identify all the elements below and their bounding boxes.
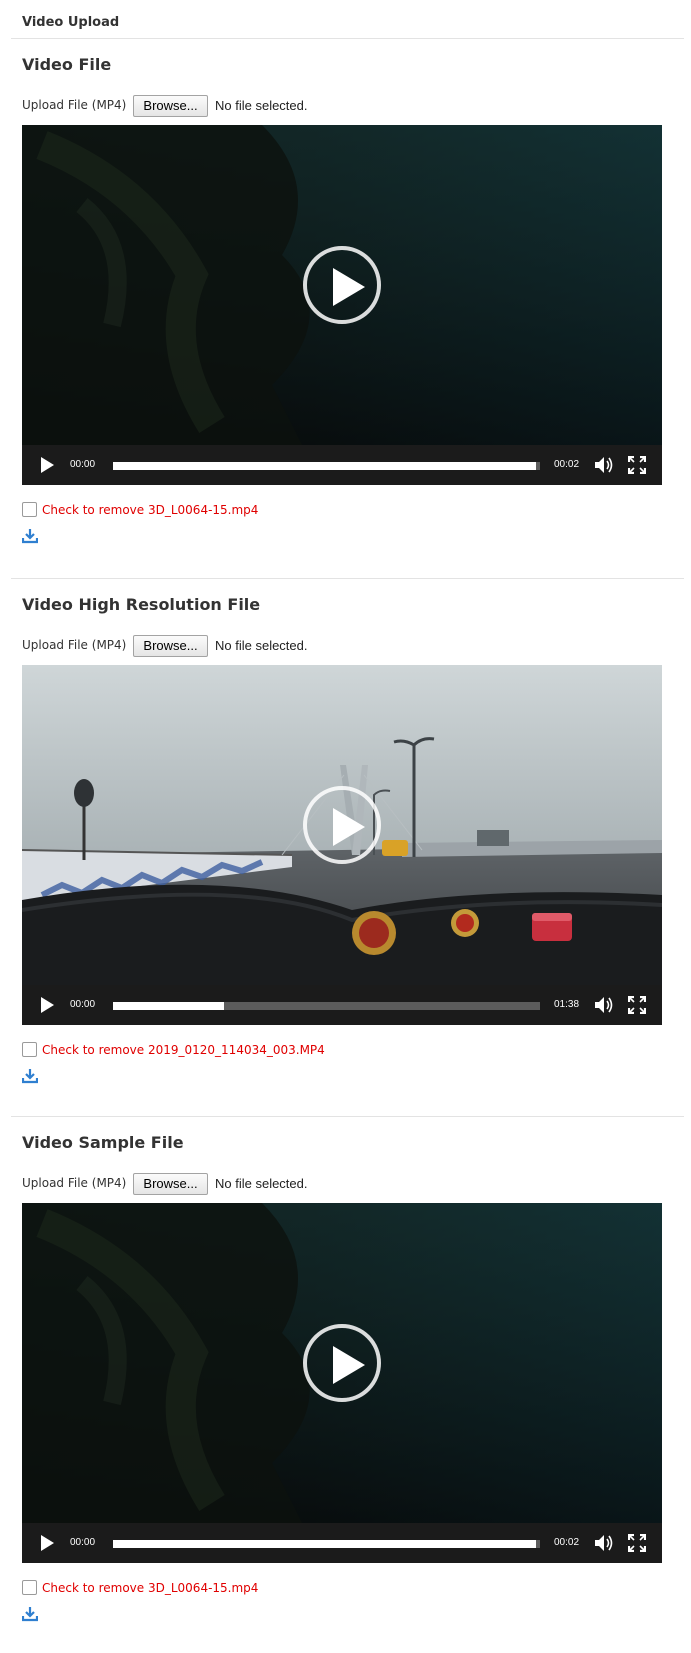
section-heading: Video Sample File	[22, 1133, 184, 1152]
section-video-file: Video File Upload File (MP4) Browse... N…	[0, 55, 691, 575]
current-time: 00:00	[70, 1537, 96, 1548]
fullscreen-icon[interactable]	[628, 456, 646, 474]
download-icon[interactable]	[22, 528, 38, 544]
remove-label: Check to remove 3D_L0064-15.mp4	[42, 1581, 259, 1595]
remove-checkbox[interactable]	[22, 1580, 37, 1595]
duration: 00:02	[554, 459, 580, 470]
play-icon[interactable]	[41, 1535, 54, 1551]
section-video-high-resolution-file: Video High Resolution File Upload File (…	[0, 595, 691, 1115]
play-icon[interactable]	[41, 457, 54, 473]
download-icon[interactable]	[22, 1606, 38, 1622]
file-status: No file selected.	[215, 638, 308, 653]
play-overlay-icon[interactable]	[303, 786, 381, 864]
remove-label: Check to remove 2019_0120_114034_003.MP4	[42, 1043, 325, 1057]
seek-progress	[113, 462, 536, 470]
seek-bar[interactable]	[113, 462, 540, 470]
video-player[interactable]: 00:00 00:02	[22, 1203, 662, 1563]
volume-icon[interactable]	[593, 996, 613, 1014]
fullscreen-icon[interactable]	[628, 996, 646, 1014]
current-time: 00:00	[70, 459, 96, 470]
duration: 00:02	[554, 1537, 580, 1548]
seek-bar[interactable]	[113, 1540, 540, 1548]
browse-button[interactable]: Browse...	[133, 95, 208, 117]
seek-progress	[113, 1002, 225, 1010]
current-time: 00:00	[70, 999, 96, 1010]
section-video-sample-file: Video Sample File Upload File (MP4) Brow…	[0, 1133, 691, 1653]
section-heading: Video High Resolution File	[22, 595, 261, 614]
file-status: No file selected.	[215, 98, 308, 113]
page-title: Video Upload	[22, 15, 120, 30]
volume-icon[interactable]	[593, 1534, 613, 1552]
remove-checkbox[interactable]	[22, 502, 37, 517]
header-divider	[11, 38, 684, 39]
video-player[interactable]: 00:00 00:02	[22, 125, 662, 485]
browse-button[interactable]: Browse...	[133, 1173, 208, 1195]
upload-label: Upload File (MP4)	[22, 638, 127, 652]
volume-icon[interactable]	[593, 456, 613, 474]
play-overlay-icon[interactable]	[303, 1324, 381, 1402]
remove-label: Check to remove 3D_L0064-15.mp4	[42, 503, 259, 517]
upload-label: Upload File (MP4)	[22, 98, 127, 112]
seek-progress	[113, 1540, 536, 1548]
browse-button[interactable]: Browse...	[133, 635, 208, 657]
video-controls: 00:00 01:38	[22, 985, 662, 1025]
video-controls: 00:00 00:02	[22, 1523, 662, 1563]
play-icon[interactable]	[41, 997, 54, 1013]
section-divider	[11, 1116, 684, 1117]
duration: 01:38	[554, 999, 580, 1010]
download-icon[interactable]	[22, 1068, 38, 1084]
file-status: No file selected.	[215, 1176, 308, 1191]
video-player[interactable]: 00:00 01:38	[22, 665, 662, 1025]
section-heading: Video File	[22, 55, 112, 74]
upload-label: Upload File (MP4)	[22, 1176, 127, 1190]
seek-bar[interactable]	[113, 1002, 540, 1010]
fullscreen-icon[interactable]	[628, 1534, 646, 1552]
section-divider	[11, 578, 684, 579]
video-controls: 00:00 00:02	[22, 445, 662, 485]
remove-checkbox[interactable]	[22, 1042, 37, 1057]
play-overlay-icon[interactable]	[303, 246, 381, 324]
